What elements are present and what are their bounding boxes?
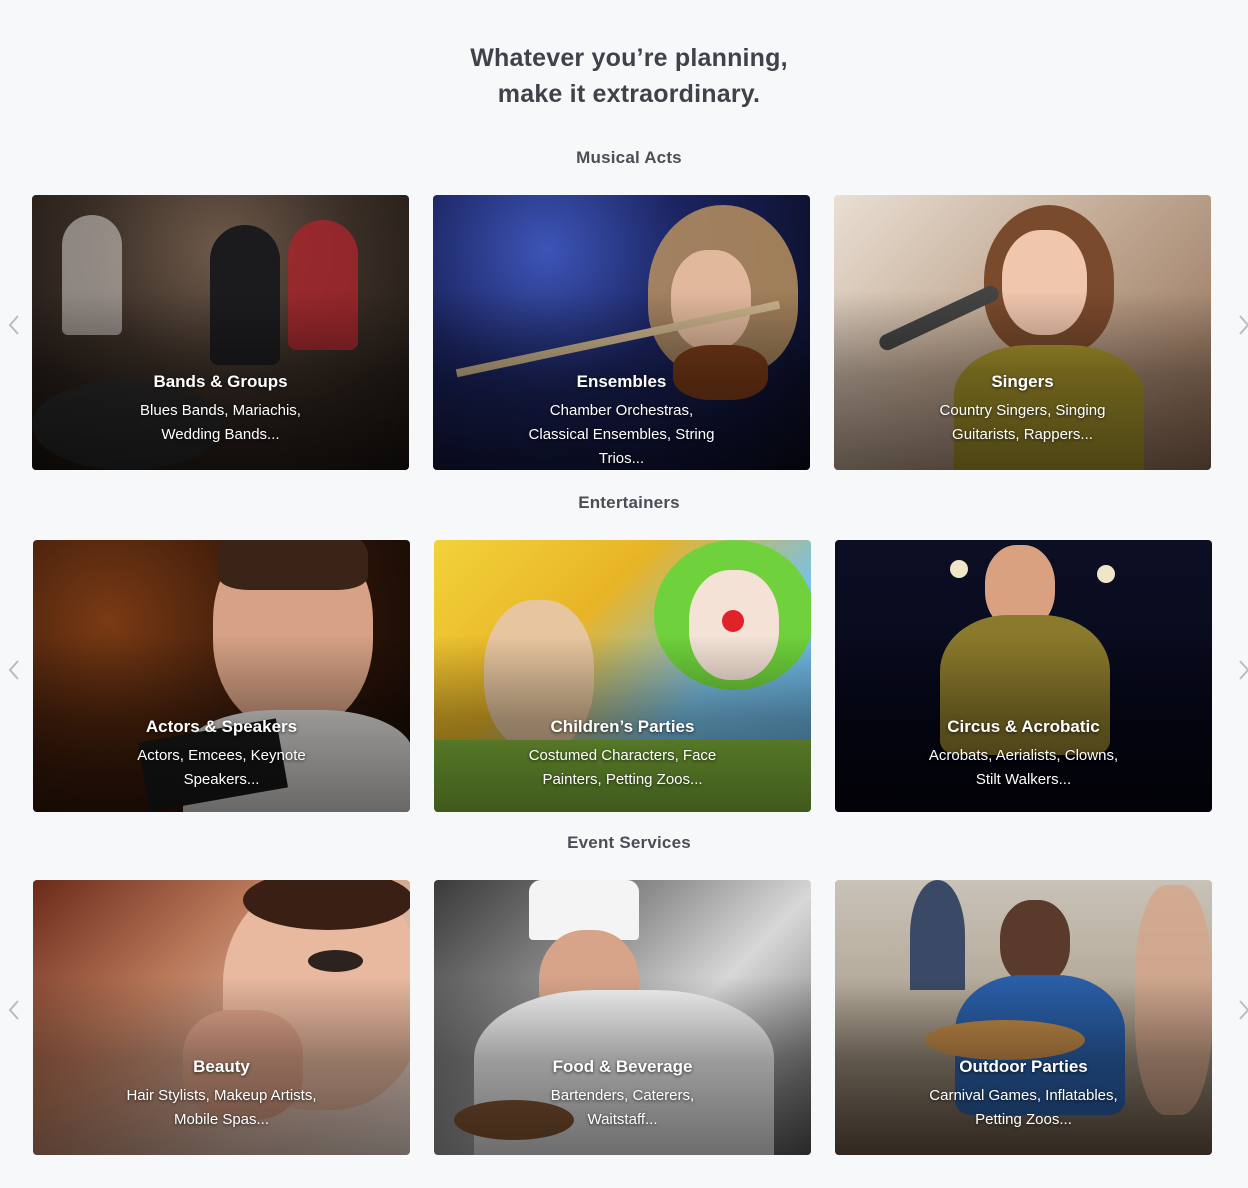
carousel-prev-button[interactable]	[6, 658, 22, 682]
card-title: Singers	[991, 372, 1054, 391]
carousel-musical-acts: Bands & Groups Blues Bands, Mariachis, W…	[0, 195, 1248, 470]
category-card-circus-acrobatic[interactable]: Circus & Acrobatic Acrobats, Aerialists,…	[835, 540, 1212, 812]
card-description: Actors, Emcees, Keynote Speakers...	[137, 747, 306, 788]
card-title: Bands & Groups	[153, 372, 288, 391]
section-title-musical-acts: Musical Acts	[576, 148, 682, 167]
section-title-entertainers: Entertainers	[578, 493, 680, 512]
card-title: Ensembles	[576, 372, 667, 391]
card-description: Acrobats, Aerialists, Clowns, Stilt Walk…	[928, 747, 1119, 788]
category-card-bands-groups[interactable]: Bands & Groups Blues Bands, Mariachis, W…	[32, 195, 409, 470]
category-card-ensembles[interactable]: Ensembles Chamber Orchestras, Classical …	[433, 195, 810, 470]
card-title: Circus & Acrobatic	[947, 717, 1100, 736]
category-card-beauty[interactable]: Beauty Hair Stylists, Makeup Artists, Mo…	[33, 880, 410, 1155]
chevron-right-icon	[1239, 660, 1248, 680]
card-description: Bartenders, Caterers, Waitstaff...	[550, 1087, 695, 1128]
card-text: Ensembles Chamber Orchestras, Classical …	[433, 371, 810, 470]
card-text: Food & Beverage Bartenders, Caterers, Wa…	[434, 1056, 811, 1132]
card-title: Children’s Parties	[550, 717, 695, 736]
card-description: Country Singers, Singing Guitarists, Rap…	[939, 402, 1106, 443]
carousel-entertainers: Actors & Speakers Actors, Emcees, Keynot…	[0, 540, 1248, 815]
card-description: Blues Bands, Mariachis, Wedding Bands...	[140, 402, 301, 443]
carousel-next-button[interactable]	[1236, 998, 1248, 1022]
card-description: Carnival Games, Inflatables, Petting Zoo…	[929, 1087, 1118, 1128]
category-card-singers[interactable]: Singers Country Singers, Singing Guitari…	[834, 195, 1211, 470]
category-card-childrens-parties[interactable]: Children’s Parties Costumed Characters, …	[434, 540, 811, 812]
category-card-actors-speakers[interactable]: Actors & Speakers Actors, Emcees, Keynot…	[33, 540, 410, 812]
card-title: Outdoor Parties	[959, 1057, 1088, 1076]
chevron-left-icon	[8, 315, 19, 335]
card-text: Circus & Acrobatic Acrobats, Aerialists,…	[835, 716, 1212, 792]
card-title: Food & Beverage	[552, 1057, 693, 1076]
carousel-event-services: Beauty Hair Stylists, Makeup Artists, Mo…	[0, 880, 1248, 1155]
carousel-prev-button[interactable]	[6, 998, 22, 1022]
card-description: Hair Stylists, Makeup Artists, Mobile Sp…	[126, 1087, 317, 1128]
card-title: Beauty	[193, 1057, 250, 1076]
carousel-next-button[interactable]	[1236, 313, 1248, 337]
category-card-outdoor-parties[interactable]: Outdoor Parties Carnival Games, Inflatab…	[835, 880, 1212, 1155]
card-text: Singers Country Singers, Singing Guitari…	[834, 371, 1211, 447]
card-title: Actors & Speakers	[145, 717, 298, 736]
card-text: Actors & Speakers Actors, Emcees, Keynot…	[33, 716, 410, 792]
carousel-prev-button[interactable]	[6, 313, 22, 337]
carousel-next-button[interactable]	[1236, 658, 1248, 682]
card-text: Outdoor Parties Carnival Games, Inflatab…	[835, 1056, 1212, 1132]
headline-line-1: Whatever you’re planning,	[470, 44, 788, 72]
chevron-left-icon	[8, 1000, 19, 1020]
chevron-left-icon	[8, 660, 19, 680]
chevron-right-icon	[1239, 1000, 1248, 1020]
category-card-food-beverage[interactable]: Food & Beverage Bartenders, Caterers, Wa…	[434, 880, 811, 1155]
card-text: Children’s Parties Costumed Characters, …	[434, 716, 811, 792]
card-description: Chamber Orchestras, Classical Ensembles,…	[528, 402, 715, 467]
headline-line-2: make it extraordinary.	[497, 80, 761, 108]
section-title-event-services: Event Services	[567, 833, 691, 852]
card-text: Bands & Groups Blues Bands, Mariachis, W…	[32, 371, 409, 447]
page-headline: Whatever you’re planning, make it extrao…	[0, 40, 1248, 112]
card-description: Costumed Characters, Face Painters, Pett…	[528, 747, 717, 788]
chevron-right-icon	[1239, 315, 1248, 335]
card-text: Beauty Hair Stylists, Makeup Artists, Mo…	[33, 1056, 410, 1132]
